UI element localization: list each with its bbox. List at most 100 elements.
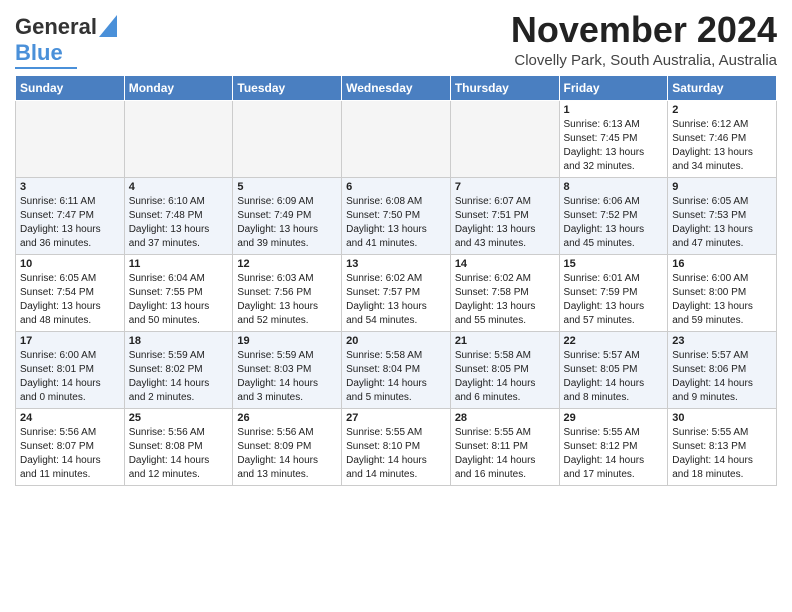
day-number: 19 <box>237 335 337 347</box>
calendar-header-row: Sunday Monday Tuesday Wednesday Thursday… <box>16 76 777 101</box>
page: General Blue November 2024 Clovelly Park… <box>0 0 792 501</box>
calendar-cell-3-5: 22Sunrise: 5:57 AMSunset: 8:05 PMDayligh… <box>559 332 668 409</box>
calendar-cell-3-6: 23Sunrise: 5:57 AMSunset: 8:06 PMDayligh… <box>668 332 777 409</box>
day-number: 26 <box>237 412 337 424</box>
calendar-cell-4-0: 24 Sunrise: 5:56 AMSunset: 8:07 PMDayligh… <box>16 409 125 486</box>
day-number: 8 <box>564 181 664 193</box>
calendar-cell-2-4: 14Sunrise: 6:02 AMSunset: 7:58 PMDayligh… <box>450 255 559 332</box>
day-info: Sunrise: 6:00 AMSunset: 8:00 PMDaylight:… <box>672 272 772 328</box>
day-number: 29 <box>564 412 664 424</box>
day-number: 16 <box>672 258 772 270</box>
calendar-cell-2-2: 12 Sunrise: 6:03 AMSunset: 7:56 PMDayligh… <box>233 255 342 332</box>
col-wednesday: Wednesday <box>342 76 451 101</box>
calendar-cell-4-4: 28 Sunrise: 5:55 AMSunset: 8:11 PMDayligh… <box>450 409 559 486</box>
day-number: 1 <box>564 104 664 116</box>
day-number: 20 <box>346 335 446 347</box>
day-number: 6 <box>346 181 446 193</box>
day-info: Sunrise: 6:05 AMSunset: 7:53 PMDaylight:… <box>672 195 772 251</box>
calendar-cell-0-4 <box>450 101 559 178</box>
week-row-4: 17 Sunrise: 6:00 AMSunset: 8:01 PMDayligh… <box>16 332 777 409</box>
header: General Blue November 2024 Clovelly Park… <box>15 10 777 69</box>
day-number: 25 <box>129 412 229 424</box>
calendar-cell-3-3: 20 Sunrise: 5:58 AMSunset: 8:04 PMDayligh… <box>342 332 451 409</box>
calendar-cell-2-0: 10 Sunrise: 6:05 AMSunset: 7:54 PMDayligh… <box>16 255 125 332</box>
day-number: 22 <box>564 335 664 347</box>
week-row-2: 3 Sunrise: 6:11 AMSunset: 7:47 PMDaylight… <box>16 178 777 255</box>
calendar-cell-1-6: 9Sunrise: 6:05 AMSunset: 7:53 PMDaylight… <box>668 178 777 255</box>
calendar-cell-0-0 <box>16 101 125 178</box>
day-number: 13 <box>346 258 446 270</box>
day-info: Sunrise: 5:58 AMSunset: 8:04 PMDaylight:… <box>346 349 446 405</box>
day-info: Sunrise: 5:56 AMSunset: 8:07 PMDaylight:… <box>20 426 120 482</box>
calendar-cell-0-2 <box>233 101 342 178</box>
day-info: Sunrise: 6:03 AMSunset: 7:56 PMDaylight:… <box>237 272 337 328</box>
col-monday: Monday <box>124 76 233 101</box>
day-info: Sunrise: 6:00 AMSunset: 8:01 PMDaylight:… <box>20 349 120 405</box>
calendar-cell-0-3 <box>342 101 451 178</box>
title-area: November 2024 Clovelly Park, South Austr… <box>511 10 777 69</box>
day-number: 3 <box>20 181 120 193</box>
logo: General Blue <box>15 14 117 69</box>
logo-general: General <box>15 14 97 40</box>
logo-blue: Blue <box>15 40 63 66</box>
day-number: 5 <box>237 181 337 193</box>
day-number: 11 <box>129 258 229 270</box>
day-number: 23 <box>672 335 772 347</box>
day-info: Sunrise: 5:56 AMSunset: 8:08 PMDaylight:… <box>129 426 229 482</box>
calendar-cell-3-2: 19 Sunrise: 5:59 AMSunset: 8:03 PMDayligh… <box>233 332 342 409</box>
day-info: Sunrise: 5:55 AMSunset: 8:11 PMDaylight:… <box>455 426 555 482</box>
calendar-cell-1-2: 5Sunrise: 6:09 AMSunset: 7:49 PMDaylight… <box>233 178 342 255</box>
calendar-cell-1-1: 4 Sunrise: 6:10 AMSunset: 7:48 PMDaylight… <box>124 178 233 255</box>
day-number: 10 <box>20 258 120 270</box>
day-number: 17 <box>20 335 120 347</box>
day-info: Sunrise: 6:12 AMSunset: 7:46 PMDaylight:… <box>672 118 772 174</box>
day-info: Sunrise: 6:07 AMSunset: 7:51 PMDaylight:… <box>455 195 555 251</box>
logo-triangle-icon <box>99 15 117 37</box>
calendar-cell-0-6: 2Sunrise: 6:12 AMSunset: 7:46 PMDaylight… <box>668 101 777 178</box>
day-number: 7 <box>455 181 555 193</box>
month-title: November 2024 <box>511 10 777 50</box>
day-info: Sunrise: 5:56 AMSunset: 8:09 PMDaylight:… <box>237 426 337 482</box>
day-info: Sunrise: 6:02 AMSunset: 7:57 PMDaylight:… <box>346 272 446 328</box>
calendar-cell-1-4: 7 Sunrise: 6:07 AMSunset: 7:51 PMDaylight… <box>450 178 559 255</box>
calendar-cell-2-1: 11 Sunrise: 6:04 AMSunset: 7:55 PMDayligh… <box>124 255 233 332</box>
day-info: Sunrise: 6:05 AMSunset: 7:54 PMDaylight:… <box>20 272 120 328</box>
week-row-1: 1Sunrise: 6:13 AMSunset: 7:45 PMDaylight… <box>16 101 777 178</box>
day-number: 24 <box>20 412 120 424</box>
day-number: 28 <box>455 412 555 424</box>
day-number: 4 <box>129 181 229 193</box>
day-info: Sunrise: 6:10 AMSunset: 7:48 PMDaylight:… <box>129 195 229 251</box>
calendar-cell-4-5: 29 Sunrise: 5:55 AMSunset: 8:12 PMDayligh… <box>559 409 668 486</box>
calendar-cell-4-2: 26 Sunrise: 5:56 AMSunset: 8:09 PMDayligh… <box>233 409 342 486</box>
day-info: Sunrise: 6:01 AMSunset: 7:59 PMDaylight:… <box>564 272 664 328</box>
day-number: 30 <box>672 412 772 424</box>
week-row-3: 10 Sunrise: 6:05 AMSunset: 7:54 PMDayligh… <box>16 255 777 332</box>
day-info: Sunrise: 6:11 AMSunset: 7:47 PMDaylight:… <box>20 195 120 251</box>
day-info: Sunrise: 5:55 AMSunset: 8:12 PMDaylight:… <box>564 426 664 482</box>
day-number: 27 <box>346 412 446 424</box>
calendar-cell-2-6: 16 Sunrise: 6:00 AMSunset: 8:00 PMDayligh… <box>668 255 777 332</box>
calendar-cell-0-1 <box>124 101 233 178</box>
location-title: Clovelly Park, South Australia, Australi… <box>511 52 777 69</box>
day-number: 21 <box>455 335 555 347</box>
calendar-cell-4-3: 27 Sunrise: 5:55 AMSunset: 8:10 PMDayligh… <box>342 409 451 486</box>
calendar-cell-3-4: 21 Sunrise: 5:58 AMSunset: 8:05 PMDayligh… <box>450 332 559 409</box>
col-friday: Friday <box>559 76 668 101</box>
week-row-5: 24 Sunrise: 5:56 AMSunset: 8:07 PMDayligh… <box>16 409 777 486</box>
day-info: Sunrise: 6:02 AMSunset: 7:58 PMDaylight:… <box>455 272 555 328</box>
day-info: Sunrise: 6:04 AMSunset: 7:55 PMDaylight:… <box>129 272 229 328</box>
day-number: 12 <box>237 258 337 270</box>
calendar-cell-0-5: 1Sunrise: 6:13 AMSunset: 7:45 PMDaylight… <box>559 101 668 178</box>
logo-underline <box>15 67 77 69</box>
day-info: Sunrise: 6:08 AMSunset: 7:50 PMDaylight:… <box>346 195 446 251</box>
col-thursday: Thursday <box>450 76 559 101</box>
day-info: Sunrise: 5:55 AMSunset: 8:10 PMDaylight:… <box>346 426 446 482</box>
calendar-cell-2-3: 13 Sunrise: 6:02 AMSunset: 7:57 PMDayligh… <box>342 255 451 332</box>
day-info: Sunrise: 5:55 AMSunset: 8:13 PMDaylight:… <box>672 426 772 482</box>
day-info: Sunrise: 5:59 AMSunset: 8:03 PMDaylight:… <box>237 349 337 405</box>
col-tuesday: Tuesday <box>233 76 342 101</box>
calendar-cell-4-1: 25 Sunrise: 5:56 AMSunset: 8:08 PMDayligh… <box>124 409 233 486</box>
day-info: Sunrise: 5:58 AMSunset: 8:05 PMDaylight:… <box>455 349 555 405</box>
calendar-cell-2-5: 15Sunrise: 6:01 AMSunset: 7:59 PMDayligh… <box>559 255 668 332</box>
calendar-cell-1-3: 6 Sunrise: 6:08 AMSunset: 7:50 PMDaylight… <box>342 178 451 255</box>
